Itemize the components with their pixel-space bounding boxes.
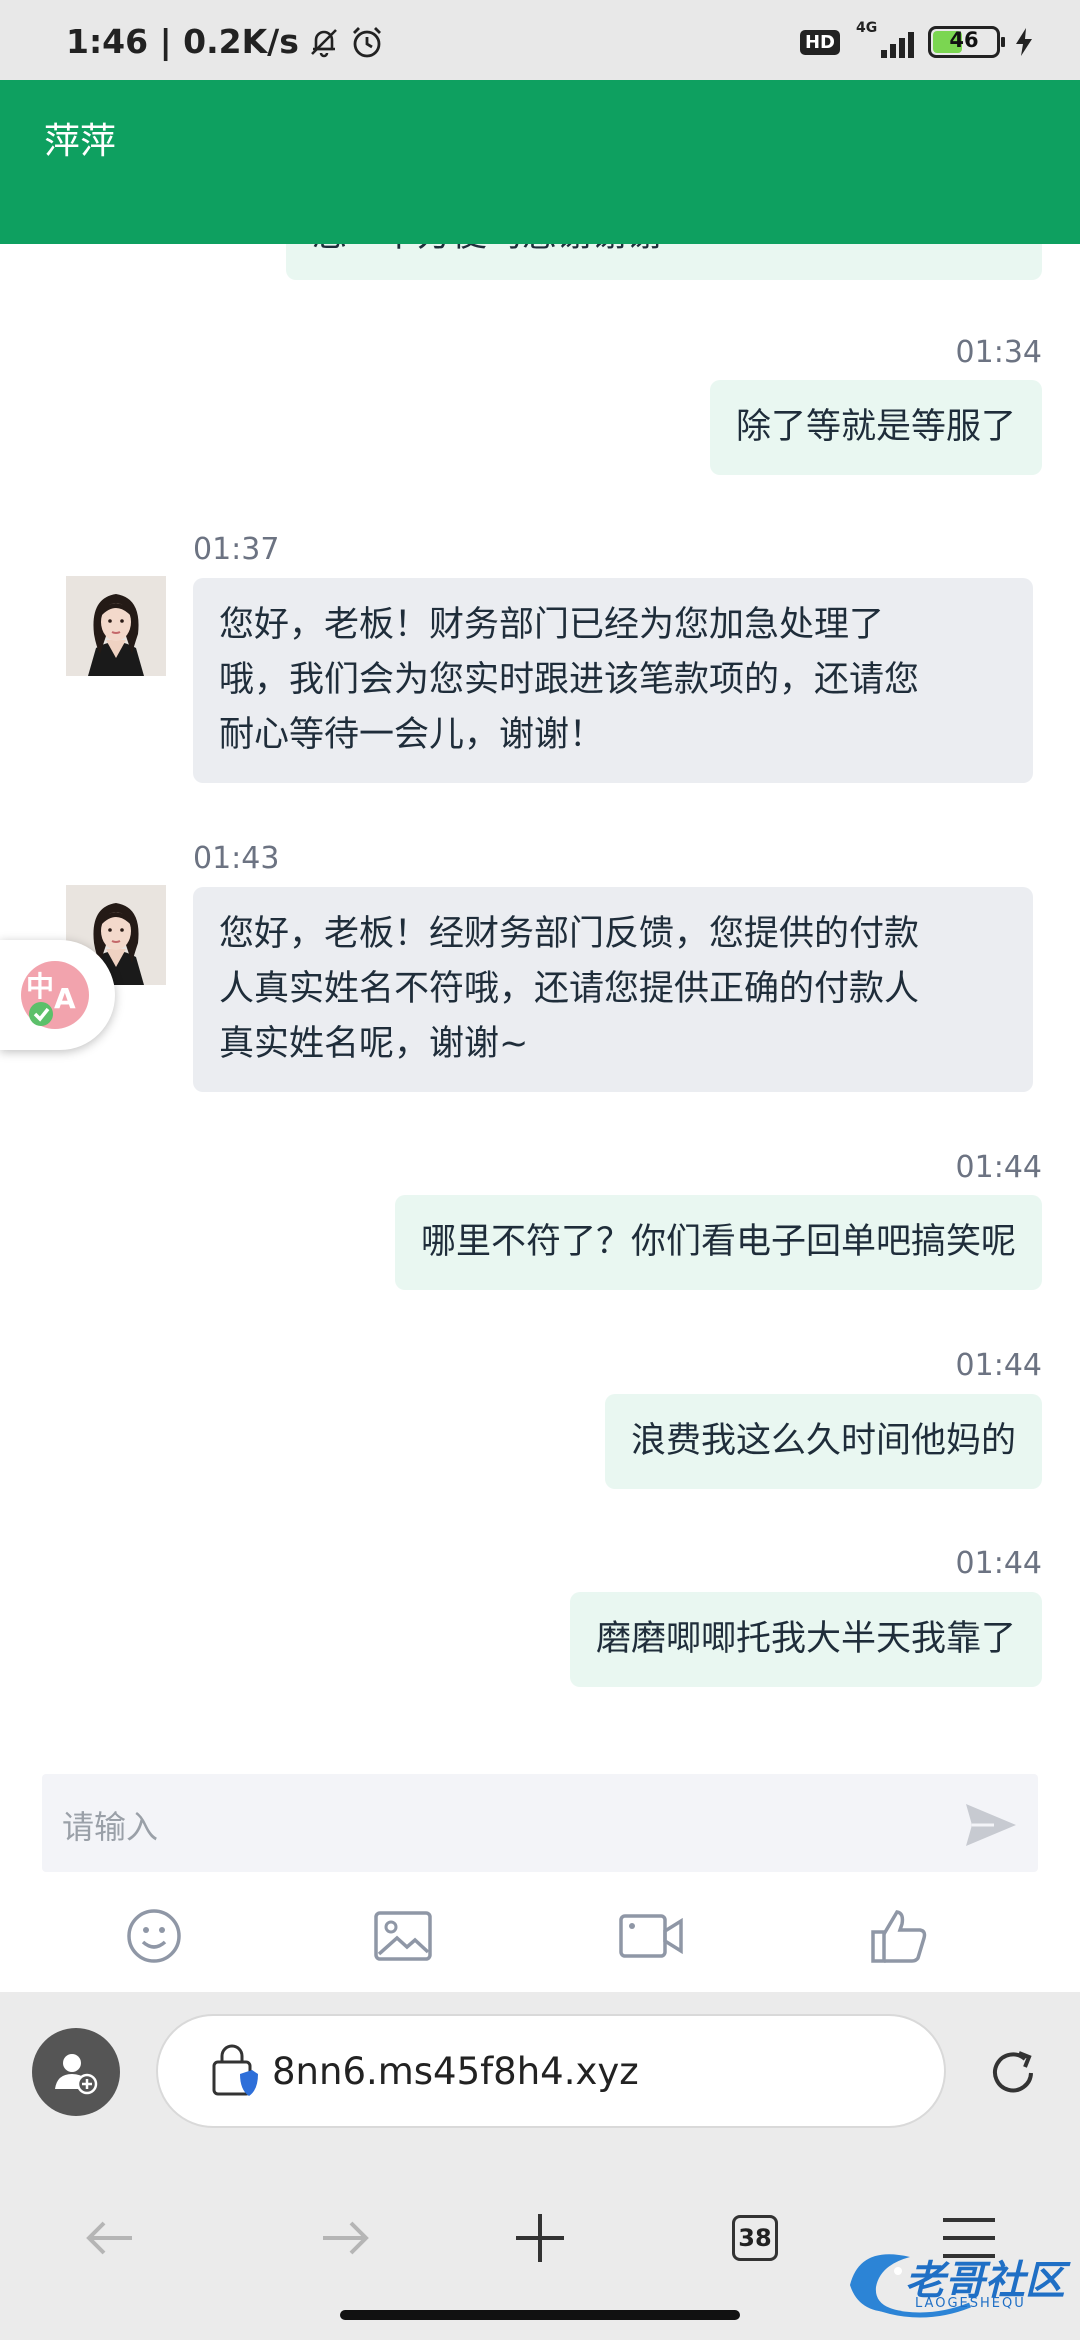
message-bubble-outgoing[interactable]: 磨磨唧唧托我大半天我靠了 [569, 1592, 1042, 1687]
forward-button[interactable] [310, 2208, 380, 2268]
send-icon[interactable] [964, 1800, 1018, 1850]
network-type-label: 4G [856, 20, 878, 36]
message-time: 01:34 [955, 335, 1042, 370]
svg-text:中: 中 [26, 970, 54, 1003]
message-text: 除了等就是等服了 [735, 407, 1016, 447]
tab-count: 38 [732, 2215, 778, 2261]
message-bubble-incoming[interactable]: 您好，老板！经财务部门反馈，您提供的付款 人真实姓名不符哦，还请您提供正确的付款… [193, 887, 1033, 1092]
chat-header: 萍萍 [0, 80, 1080, 244]
video-button[interactable] [611, 1896, 691, 1976]
reload-icon[interactable] [985, 2045, 1041, 2101]
message-bubble-outgoing[interactable]: 浪费我这么久时间他妈的 [604, 1394, 1042, 1489]
address-bar[interactable]: 8nn6.ms45f8h4.xyz [156, 2014, 946, 2128]
mute-bell-icon [310, 28, 337, 57]
message-bubble-outgoing[interactable]: 除了等就是等服了 [709, 380, 1042, 475]
watermark-subtext: LAOGESHEQU [915, 2296, 1026, 2311]
message-time: 01:44 [955, 1546, 1042, 1581]
add-user-icon [55, 2054, 98, 2095]
input-toolbar [0, 1882, 1080, 1992]
status-left: 1:46 | 0.2K/s [66, 22, 385, 61]
url-text: 8nn6.ms45f8h4.xyz [272, 2050, 639, 2093]
alarm-icon [352, 26, 381, 57]
status-right: HD 4G 46 [799, 20, 1034, 60]
plus-icon [516, 2214, 564, 2262]
message-input[interactable]: 请输入 [42, 1774, 1038, 1872]
message-time: 01:43 [193, 841, 280, 876]
secure-lock-icon[interactable] [208, 2044, 260, 2100]
battery-level: 46 [949, 28, 979, 52]
arrow-right-icon [323, 2221, 369, 2255]
back-button[interactable] [75, 2208, 145, 2268]
signal-icon: 4G [854, 20, 914, 60]
charging-bolt-icon [1016, 28, 1032, 56]
message-line: 您好，老板！经财务部门反馈，您提供的付款 [219, 914, 920, 954]
message-line: 您好，老板！财务部门已经为您加急处理了 [219, 605, 885, 645]
message-list[interactable]: 您一下方便吗感谢谢谢 01:34 除了等就是等服了 01:37 您好，老板！财务… [0, 80, 1080, 1770]
arrow-left-icon [86, 2221, 132, 2255]
message-text: 哪里不符了？你们看电子回单吧搞笑呢 [420, 1222, 1016, 1262]
message-text: 浪费我这么久时间他妈的 [630, 1421, 1016, 1461]
gesture-handle[interactable] [340, 2310, 740, 2320]
emoji-button[interactable] [114, 1896, 194, 1976]
message-time: 01:37 [193, 532, 280, 567]
translate-icon: 中 A [21, 961, 89, 1029]
status-time-speed: 1:46 | 0.2K/s [66, 22, 299, 61]
status-bar: 1:46 | 0.2K/s HD 4G 46 [0, 0, 1080, 80]
tabs-button[interactable]: 38 [720, 2208, 790, 2268]
message-time: 01:44 [955, 1348, 1042, 1383]
new-tab-button[interactable] [505, 2208, 575, 2268]
message-time: 01:44 [955, 1150, 1042, 1185]
emoji-icon [127, 1909, 181, 1963]
message-bubble-incoming[interactable]: 您好，老板！财务部门已经为您加急处理了 哦，我们会为您实时跟进该笔款项的，还请您… [193, 578, 1033, 783]
battery-icon: 46 [928, 26, 1005, 58]
profile-button[interactable] [32, 2028, 120, 2116]
message-text: 磨磨唧唧托我大半天我靠了 [595, 1619, 1016, 1659]
contact-name: 萍萍 [44, 121, 117, 162]
message-bubble-outgoing[interactable]: 哪里不符了？你们看电子回单吧搞笑呢 [394, 1195, 1042, 1290]
translate-button[interactable]: 中 A [0, 940, 115, 1050]
message-line: 耐心等待一会儿，谢谢！ [219, 715, 605, 755]
like-button[interactable] [859, 1896, 939, 1976]
contact-avatar[interactable] [66, 576, 166, 676]
message-line: 人真实姓名不符哦，还请您提供正确的付款人 [219, 969, 920, 1009]
message-input-placeholder: 请输入 [62, 1808, 159, 1846]
hd-badge: HD [799, 29, 840, 55]
image-button[interactable] [363, 1896, 443, 1976]
svg-text:A: A [54, 982, 76, 1015]
image-icon [374, 1911, 432, 1961]
video-icon [619, 1914, 683, 1958]
message-line: 真实姓名呢，谢谢~ [219, 1024, 529, 1064]
message-line: 哦，我们会为您实时跟进该笔款项的，还请您 [219, 660, 920, 700]
thumbs-up-icon [871, 1910, 927, 1963]
